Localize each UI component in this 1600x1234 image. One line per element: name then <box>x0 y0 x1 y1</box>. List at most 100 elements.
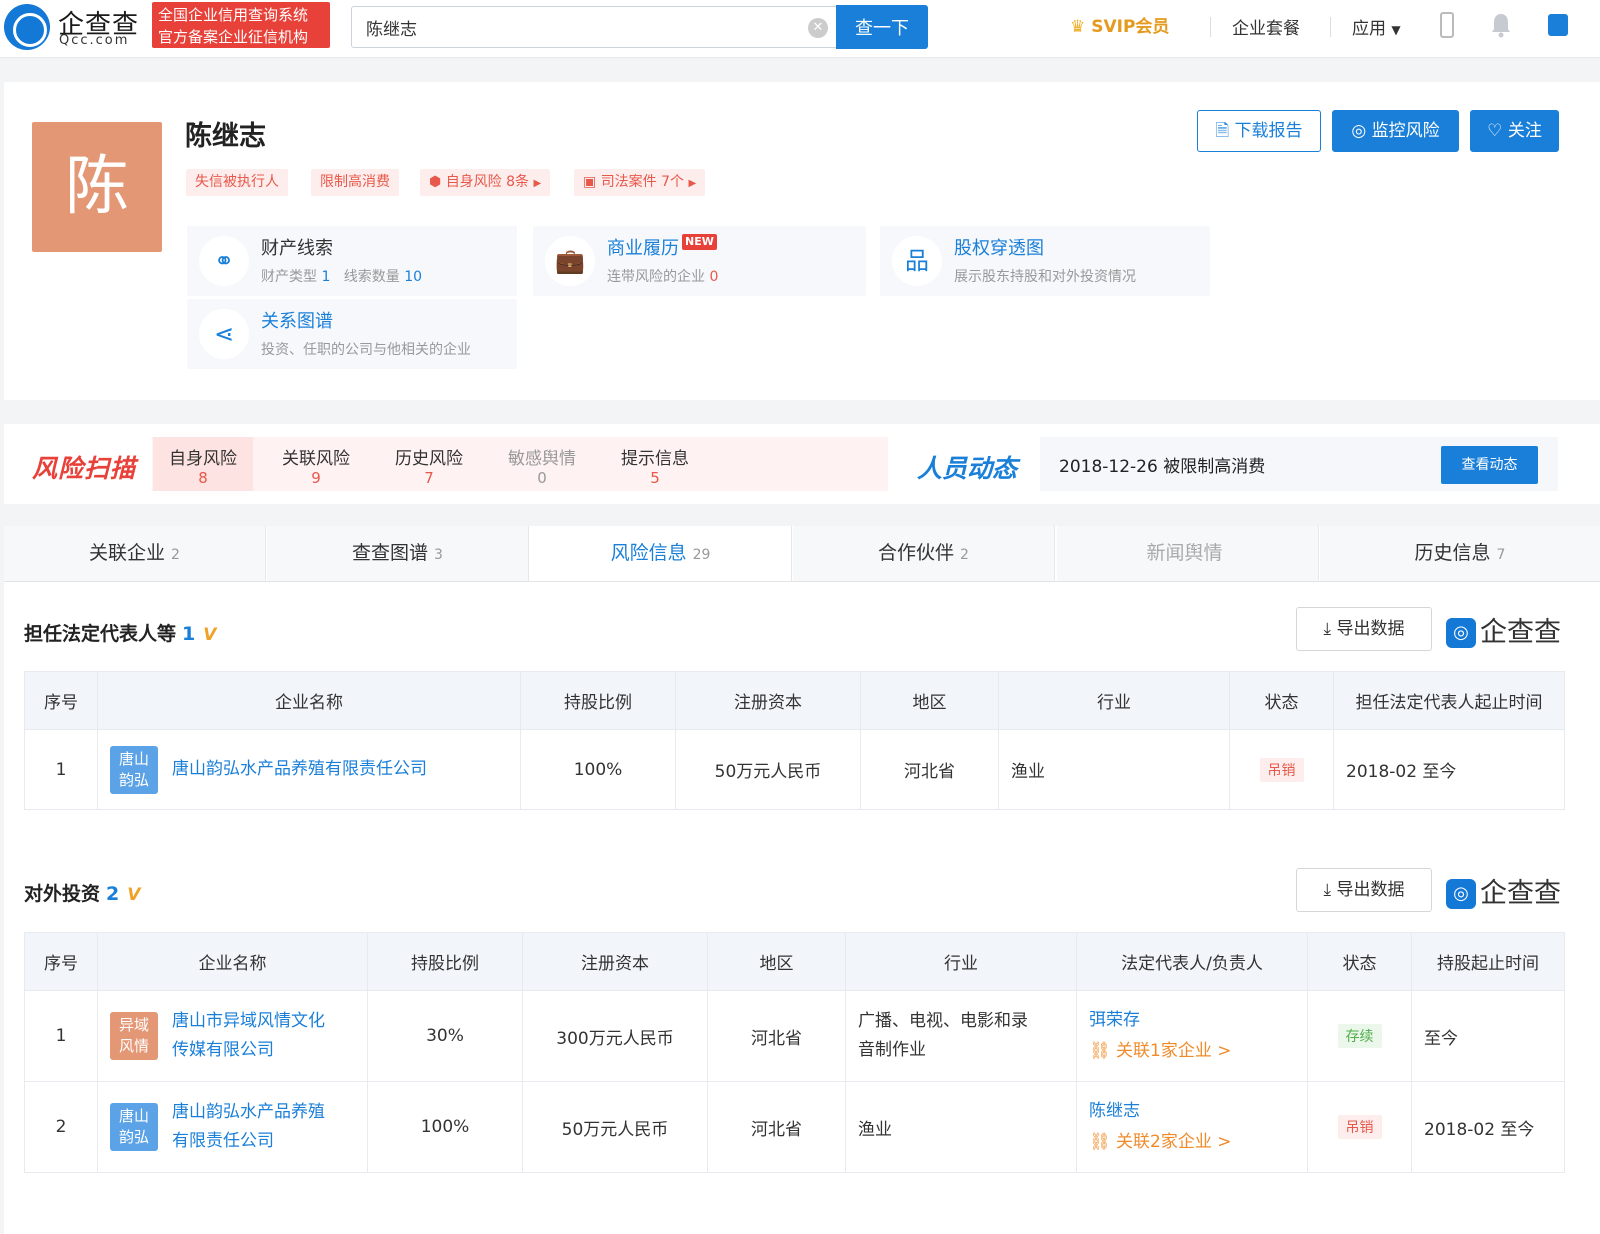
download-icon: ⤓ <box>1323 619 1332 639</box>
case-icon: ▣ <box>583 174 597 190</box>
download-icon: ⤓ <box>1323 880 1332 900</box>
tag-dishonest[interactable]: 失信被执行人 <box>186 169 288 196</box>
caret-right-icon: ▶ <box>688 178 697 189</box>
tab-news[interactable]: 新闻舆情 <box>1057 526 1319 581</box>
nav-apps[interactable]: 应用 ▼ <box>1352 14 1401 39</box>
risk-tab-related[interactable]: 关联风险 9 <box>266 437 366 491</box>
monitor-risk-button[interactable]: ◎ 监控风险 <box>1332 110 1459 152</box>
network-icon: ⛓ <box>1089 1041 1111 1061</box>
table-row: 2 唐山 韵弘唐山韵弘水产品养殖 有限责任公司 100% 50万元人民币 河北省 渔… <box>24 1081 1565 1173</box>
card-title: 商业履历 NEW <box>607 234 717 260</box>
phone-icon[interactable] <box>1440 12 1454 38</box>
nav-divider <box>1210 17 1211 37</box>
qcc-watermark: ◎ 企查查 <box>1446 610 1561 649</box>
nav-package[interactable]: 企业套餐 <box>1232 14 1300 39</box>
caret-down-icon: ▼ <box>1391 23 1401 37</box>
company-logo[interactable]: 唐山 韵弘 <box>110 1103 158 1151</box>
tab-risk-info[interactable]: 风险信息 29 <box>530 526 792 581</box>
section-count: 1 <box>182 623 196 645</box>
company-logo[interactable]: 唐山 韵弘 <box>110 745 158 794</box>
card-desc: 展示股东持股和对外投资情况 <box>954 269 1136 285</box>
qcc-logo-icon[interactable] <box>4 4 50 50</box>
table-row: 1 唐山 韵弘唐山韵弘水产品养殖有限责任公司 100% 50万元人民币 河北省 渔… <box>24 729 1565 810</box>
download-report-button[interactable]: 🗎 下载报告 <box>1197 110 1321 152</box>
table-row: 1 异域 风情唐山市异域风情文化 传媒有限公司 30% 300万元人民币 河北省 广… <box>24 990 1565 1082</box>
card-relation-graph[interactable]: ⋖ 关系图谱 投资、任职的公司与他相关的企业 <box>187 299 517 369</box>
logo-badge-line1: 全国企业信用查询系统 <box>158 6 309 24</box>
card-equity-chart[interactable]: 品 股权穿透图 展示股东持股和对外投资情况 <box>880 226 1210 296</box>
tab-related-companies[interactable]: 关联企业 2 <box>4 526 266 581</box>
tag-consumption-limit[interactable]: 限制高消费 <box>311 169 399 196</box>
qcc-logo-icon: ◎ <box>1446 879 1476 909</box>
tab-partners[interactable]: 合作伙伴 2 <box>793 526 1055 581</box>
card-desc: 投资、任职的公司与他相关的企业 <box>261 342 471 358</box>
company-name-link[interactable]: 唐山市异域风情文化 传媒有限公司 <box>172 1007 325 1065</box>
tab-graph[interactable]: 查查图谱 3 <box>267 526 529 581</box>
shield-icon: ⬢ <box>429 174 442 190</box>
risk-tab-history[interactable]: 历史风险 7 <box>379 437 479 491</box>
avatar: 陈 <box>32 122 162 252</box>
card-business-history[interactable]: 💼 商业履历 NEW 连带风险的企业 0 <box>533 226 866 296</box>
people-dynamics-logo: 人员动态 <box>917 454 1018 483</box>
new-badge: NEW <box>682 234 717 250</box>
card-title: 关系图谱 <box>261 311 333 332</box>
follow-button[interactable]: ♡ 关注 <box>1470 110 1559 152</box>
table-header: 序号 企业名称 持股比例 注册资本 地区 行业 法定代表人/负责人 状态 持股起… <box>24 932 1565 991</box>
share-icon: ⋖ <box>199 309 249 359</box>
clear-icon[interactable]: ✕ <box>808 18 828 38</box>
follow-label: 关注 <box>1507 121 1542 141</box>
search-box: ✕ <box>351 6 837 48</box>
people-dynamics-text[interactable]: 2018-12-26 被限制高消费 <box>1059 452 1265 477</box>
related-companies-link[interactable]: ⛓ 关联2家企业 > <box>1089 1126 1307 1158</box>
section-legal-rep-title: 担任法定代表人等 1 V <box>24 623 217 645</box>
svip-link[interactable]: ♛ SVIP会员 <box>1070 12 1169 37</box>
card-asset-clues[interactable]: ⚭ 财产线索 财产类型 1 线索数量 10 <box>187 226 517 296</box>
link-icon: ⚭ <box>199 236 249 286</box>
investment-table: 序号 企业名称 持股比例 注册资本 地区 行业 法定代表人/负责人 状态 持股起… <box>24 932 1565 1173</box>
rep-name-link[interactable]: 弭荣存 <box>1089 1005 1307 1035</box>
briefcase-icon: 💼 <box>545 236 595 286</box>
risk-tab-self[interactable]: 自身风险 8 <box>153 437 253 491</box>
bell-icon[interactable] <box>1490 12 1512 38</box>
export-data-button[interactable]: ⤓ 导出数据 <box>1296 607 1432 651</box>
user-avatar-edge[interactable] <box>1548 14 1568 36</box>
network-icon: ⛓ <box>1089 1132 1111 1152</box>
download-report-label: 下载报告 <box>1234 121 1303 141</box>
tag-judicial[interactable]: ▣ 司法案件 7个 ▶ <box>574 169 706 196</box>
tab-history-info[interactable]: 历史信息 7 <box>1320 526 1600 581</box>
person-name: 陈继志 <box>185 121 266 152</box>
risk-tab-sentiment[interactable]: 敏感舆情 0 <box>492 437 592 491</box>
section-count: 2 <box>106 883 120 905</box>
company-name-link[interactable]: 唐山韵弘水产品养殖有限责任公司 <box>172 755 427 784</box>
export-data-button[interactable]: ⤓ 导出数据 <box>1296 868 1432 912</box>
card-desc: 连带风险的企业 0 <box>607 269 719 285</box>
qcc-watermark: ◎ 企查查 <box>1446 871 1561 910</box>
table-header: 序号 企业名称 持股比例 注册资本 地区 行业 状态 担任法定代表人起止时间 <box>24 671 1565 730</box>
logo-badge: 全国企业信用查询系统 官方备案企业征信机构 <box>152 2 330 48</box>
search-input[interactable] <box>366 15 786 39</box>
card-desc: 财产类型 1 线索数量 10 <box>261 269 423 285</box>
card-title: 股权穿透图 <box>954 238 1044 259</box>
nav-apps-label: 应用 <box>1352 19 1386 39</box>
status-badge: 吊销 <box>1337 1115 1382 1139</box>
tag-self-risk-label: 自身风险 8条 <box>445 174 530 190</box>
rep-name-link[interactable]: 陈继志 <box>1089 1096 1307 1126</box>
related-companies-link[interactable]: ⛓ 关联1家企业 > <box>1089 1035 1307 1067</box>
radar-icon: ◎ <box>1351 121 1367 141</box>
risk-scan-logo: 风险扫描 <box>32 454 137 483</box>
company-logo[interactable]: 异域 风情 <box>110 1012 158 1060</box>
tag-self-risk[interactable]: ⬢ 自身风险 8条 ▶ <box>420 169 551 196</box>
status-badge: 吊销 <box>1259 757 1304 782</box>
card-title: 财产线索 <box>261 238 333 259</box>
qcc-logo-icon: ◎ <box>1446 618 1476 648</box>
search-button[interactable]: 查一下 <box>836 5 928 49</box>
risk-tab-notice[interactable]: 提示信息 5 <box>605 437 705 491</box>
org-chart-icon: 品 <box>892 236 942 286</box>
nav-divider <box>1330 17 1331 37</box>
view-dynamics-button[interactable]: 查看动态 <box>1441 446 1538 484</box>
status-badge: 存续 <box>1337 1024 1382 1048</box>
company-name-link[interactable]: 唐山韵弘水产品养殖有限责任公司 <box>172 1098 325 1156</box>
vip-icon: V <box>203 625 217 645</box>
section-investment-title: 对外投资 2 V <box>24 883 141 905</box>
caret-right-icon: ▶ <box>533 178 542 189</box>
